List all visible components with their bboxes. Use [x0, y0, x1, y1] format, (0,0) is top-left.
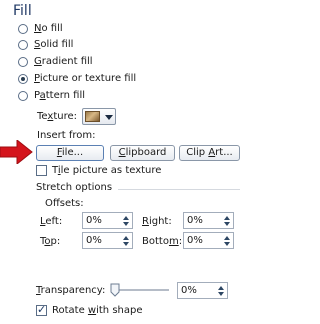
- gradient-fill-label: Gradient fill: [34, 56, 93, 67]
- left-offset-label: Left:: [40, 216, 63, 227]
- clip-art-button[interactable]: Clip Art...: [179, 145, 240, 161]
- radio-circle[interactable]: [18, 90, 28, 101]
- top-offset-value[interactable]: 0%: [86, 235, 102, 246]
- rotate-with-shape-checkbox[interactable]: Rotate with shape: [36, 303, 143, 316]
- checkbox-box-checked[interactable]: [36, 303, 47, 316]
- spin-arrows-icon[interactable]: [215, 284, 226, 297]
- top-offset-spinner[interactable]: 0%: [82, 232, 133, 249]
- solid-fill-radio[interactable]: Solid fill: [18, 39, 73, 50]
- pattern-fill-radio[interactable]: Pattern fill: [18, 90, 85, 101]
- radio-circle[interactable]: [18, 23, 28, 34]
- texture-swatch-icon: [85, 111, 100, 122]
- texture-dropdown[interactable]: [82, 108, 116, 125]
- stretch-options-label: Stretch options: [36, 182, 113, 193]
- spin-arrows-icon[interactable]: [221, 214, 232, 227]
- red-arrow-icon: [0, 140, 33, 164]
- picture-texture-fill-radio[interactable]: Picture or texture fill: [18, 73, 136, 84]
- spin-arrows-icon[interactable]: [221, 234, 232, 247]
- solid-fill-label: Solid fill: [34, 39, 74, 50]
- transparency-spinner[interactable]: 0%: [177, 282, 228, 299]
- bottom-offset-spinner[interactable]: 0%: [183, 232, 234, 249]
- left-offset-spinner[interactable]: 0%: [82, 212, 133, 229]
- section-title: Fill: [13, 3, 32, 19]
- rotate-with-shape-label: Rotate with shape: [52, 305, 143, 316]
- transparency-slider-track[interactable]: [113, 289, 169, 291]
- picture-texture-fill-label: Picture or texture fill: [34, 73, 137, 84]
- clipboard-button[interactable]: Clipboard: [110, 145, 175, 161]
- top-offset-label: Top:: [40, 236, 61, 247]
- checkbox-box[interactable]: [36, 165, 47, 176]
- file-button[interactable]: File...: [36, 145, 104, 161]
- texture-label: Texture:: [37, 111, 77, 122]
- right-offset-value[interactable]: 0%: [187, 215, 203, 226]
- left-offset-value[interactable]: 0%: [86, 215, 102, 226]
- chevron-down-icon: [105, 115, 113, 120]
- stretch-separator: [118, 189, 240, 190]
- radio-circle-selected[interactable]: [18, 73, 28, 84]
- right-offset-spinner[interactable]: 0%: [183, 212, 234, 229]
- insert-from-label: Insert from:: [37, 130, 96, 141]
- gradient-fill-radio[interactable]: Gradient fill: [18, 56, 93, 67]
- spin-arrows-icon[interactable]: [120, 234, 131, 247]
- radio-circle[interactable]: [18, 56, 28, 67]
- bottom-offset-label: Bottom:: [142, 236, 183, 247]
- transparency-label: Transparency:: [36, 285, 106, 296]
- offsets-label: Offsets:: [45, 198, 84, 209]
- no-fill-radio[interactable]: No fill: [18, 23, 63, 34]
- right-offset-label: Right:: [142, 216, 172, 227]
- pattern-fill-label: Pattern fill: [34, 90, 86, 101]
- transparency-slider-thumb[interactable]: [110, 283, 120, 297]
- tile-picture-label: Tile picture as texture: [52, 165, 162, 176]
- spin-arrows-icon[interactable]: [120, 214, 131, 227]
- tile-picture-checkbox[interactable]: Tile picture as texture: [36, 165, 161, 176]
- transparency-value[interactable]: 0%: [181, 285, 197, 296]
- radio-circle[interactable]: [18, 39, 28, 50]
- bottom-offset-value[interactable]: 0%: [187, 235, 203, 246]
- no-fill-label: No fill: [34, 23, 63, 34]
